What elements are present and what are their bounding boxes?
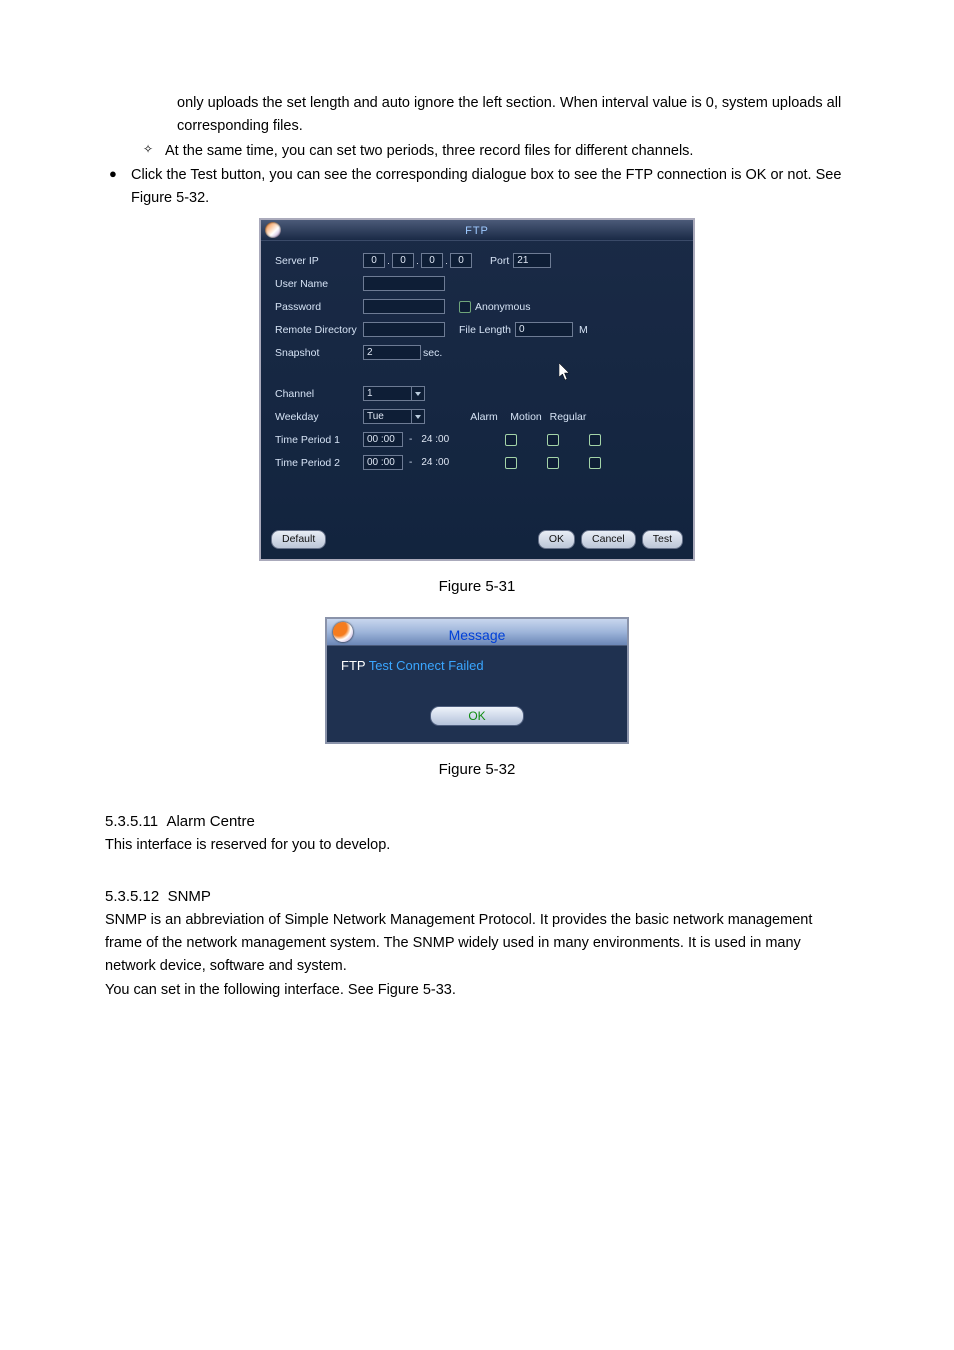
m-label: M <box>579 322 588 339</box>
anonymous-label: Anonymous <box>475 299 530 316</box>
section-alarm-heading: 5.3.5.11 Alarm Centre <box>105 810 849 834</box>
cancel-button[interactable]: Cancel <box>581 530 636 549</box>
section-number: 5.3.5.11 <box>105 813 158 830</box>
chevron-down-icon <box>411 387 424 400</box>
tp2-from-input[interactable]: 00 :00 <box>363 455 403 470</box>
ftp-titlebar: FTP <box>261 220 693 241</box>
channel-label: Channel <box>275 386 363 403</box>
tp2-motion-checkbox[interactable] <box>547 457 559 469</box>
tp2-regular-checkbox[interactable] <box>589 457 601 469</box>
window-title: FTP <box>261 223 693 241</box>
user-name-label: User Name <box>275 276 363 293</box>
tp2-to-input[interactable]: 24 :00 <box>418 455 458 470</box>
message-title: Message <box>327 624 627 646</box>
snapshot-label: Snapshot <box>275 345 363 362</box>
channel-select[interactable]: 1 <box>363 386 425 401</box>
section-snmp-body2: You can set in the following interface. … <box>105 979 849 1002</box>
ftp-window: FTP Server IP 0. 0. 0. 0 Port 21 User Na… <box>259 218 695 561</box>
tp2-alarm-checkbox[interactable] <box>505 457 517 469</box>
text: Test Connect Failed <box>365 658 483 673</box>
figure-caption-32: Figure 5-32 <box>105 758 849 782</box>
port-input[interactable]: 21 <box>513 253 551 268</box>
bullet-icon: ● <box>109 164 131 210</box>
tp1-from-input[interactable]: 00 :00 <box>363 432 403 447</box>
tp1-regular-checkbox[interactable] <box>589 434 601 446</box>
default-button[interactable]: Default <box>271 530 326 549</box>
message-ok-button[interactable]: OK <box>430 706 524 726</box>
ip-octet-1[interactable]: 0 <box>363 253 385 268</box>
text: only uploads the set length and auto ign… <box>177 95 841 134</box>
ip-octet-2[interactable]: 0 <box>392 253 414 268</box>
col-regular: Regular <box>547 409 589 426</box>
section-snmp-heading: 5.3.5.12 SNMP <box>105 885 849 909</box>
section-snmp-body: SNMP is an abbreviation of Simple Networ… <box>105 909 849 979</box>
tp1-label: Time Period 1 <box>275 432 363 449</box>
chevron-down-icon <box>411 410 424 423</box>
text: At the same time, you can set two period… <box>165 140 849 163</box>
dash-icon: - <box>409 432 412 448</box>
diamond-bullet-icon: ✧ <box>143 140 165 163</box>
section-number: 5.3.5.12 <box>105 888 159 905</box>
tp1-to-input[interactable]: 24 :00 <box>418 432 458 447</box>
col-motion: Motion <box>505 409 547 426</box>
section-title: SNMP <box>168 888 211 905</box>
test-button[interactable]: Test <box>642 530 683 549</box>
user-name-input[interactable] <box>363 276 445 291</box>
continuation-paragraph: only uploads the set length and auto ign… <box>105 92 849 138</box>
tp1-motion-checkbox[interactable] <box>547 434 559 446</box>
dash-icon: - <box>409 455 412 471</box>
message-text: FTP Test Connect Failed <box>341 656 613 677</box>
text: Click the Test button, you can see the c… <box>131 164 849 210</box>
tp2-label: Time Period 2 <box>275 455 363 472</box>
section-title: Alarm Centre <box>166 813 254 830</box>
snapshot-input[interactable]: 2 <box>363 345 421 360</box>
remote-dir-label: Remote Directory <box>275 322 363 339</box>
col-alarm: Alarm <box>463 409 505 426</box>
tp1-alarm-checkbox[interactable] <box>505 434 517 446</box>
section-alarm-body: This interface is reserved for you to de… <box>105 834 849 857</box>
anonymous-checkbox[interactable] <box>459 301 471 313</box>
port-label: Port <box>490 253 509 270</box>
sec-label: sec. <box>423 345 442 362</box>
message-titlebar: Message <box>327 619 627 646</box>
diamond-bullet-row: ✧ At the same time, you can set two peri… <box>143 140 849 163</box>
weekday-select[interactable]: Tue <box>363 409 425 424</box>
ip-octet-4[interactable]: 0 <box>450 253 472 268</box>
remote-dir-input[interactable] <box>363 322 445 337</box>
solid-bullet-row: ● Click the Test button, you can see the… <box>105 164 849 210</box>
ok-button[interactable]: OK <box>538 530 575 549</box>
password-input[interactable] <box>363 299 445 314</box>
file-length-label: File Length <box>459 322 511 339</box>
server-ip-label: Server IP <box>275 253 363 270</box>
figure-caption-31: Figure 5-31 <box>105 575 849 599</box>
weekday-label: Weekday <box>275 409 363 426</box>
message-window: Message FTP Test Connect Failed OK <box>325 617 629 744</box>
ip-octet-3[interactable]: 0 <box>421 253 443 268</box>
text: FTP <box>341 658 365 673</box>
password-label: Password <box>275 299 363 316</box>
cursor-icon <box>559 363 573 387</box>
file-length-input[interactable]: 0 <box>515 322 573 337</box>
